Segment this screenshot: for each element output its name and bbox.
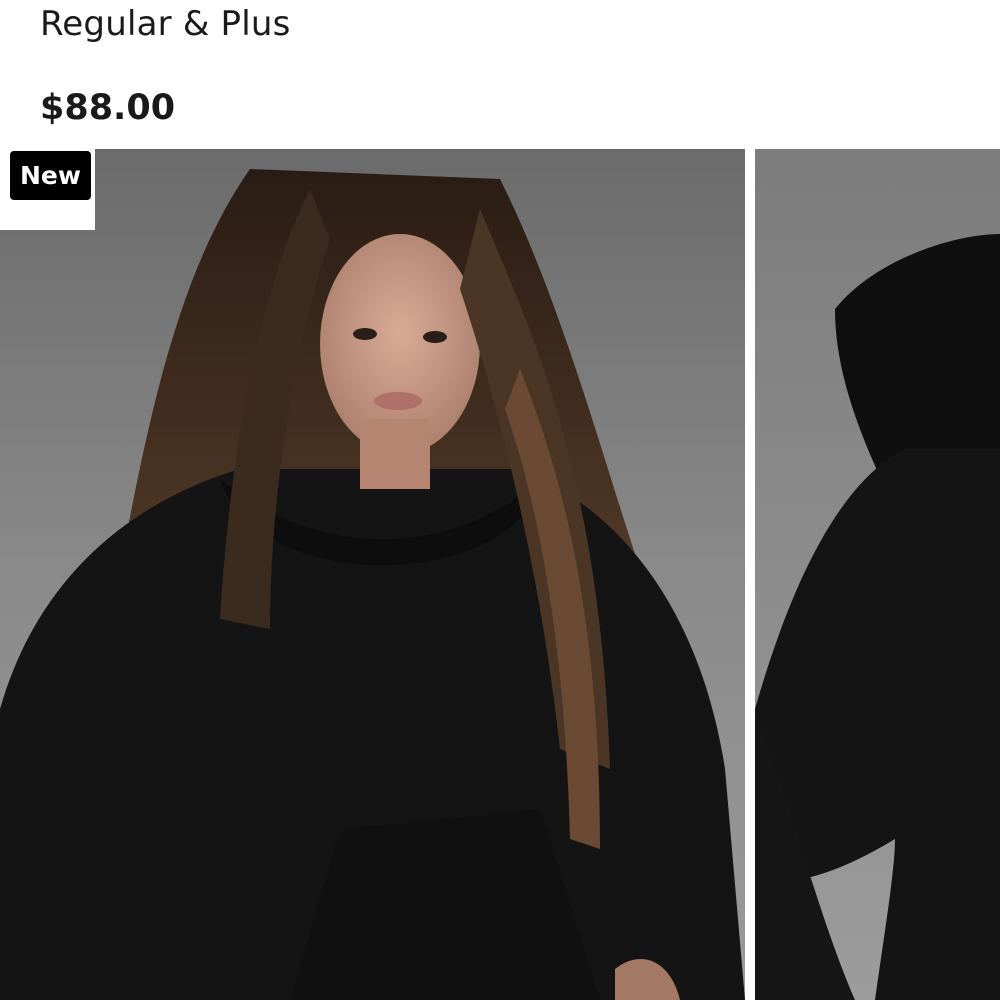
new-badge: New xyxy=(10,151,91,200)
product-header: Regular & Plus $88.00 xyxy=(0,0,1000,149)
badge-container: New xyxy=(0,149,95,230)
product-image-main[interactable]: New xyxy=(0,149,745,1000)
product-price: $88.00 xyxy=(40,88,176,128)
product-page: Regular & Plus $88.00 New xyxy=(0,0,1000,1000)
image-carousel[interactable]: New xyxy=(0,149,1000,1000)
product-fit-subtitle: Regular & Plus xyxy=(40,4,291,44)
model-side-photo-icon xyxy=(755,149,1000,1000)
product-image-secondary[interactable] xyxy=(755,149,1000,1000)
model-front-photo-icon xyxy=(0,149,745,1000)
